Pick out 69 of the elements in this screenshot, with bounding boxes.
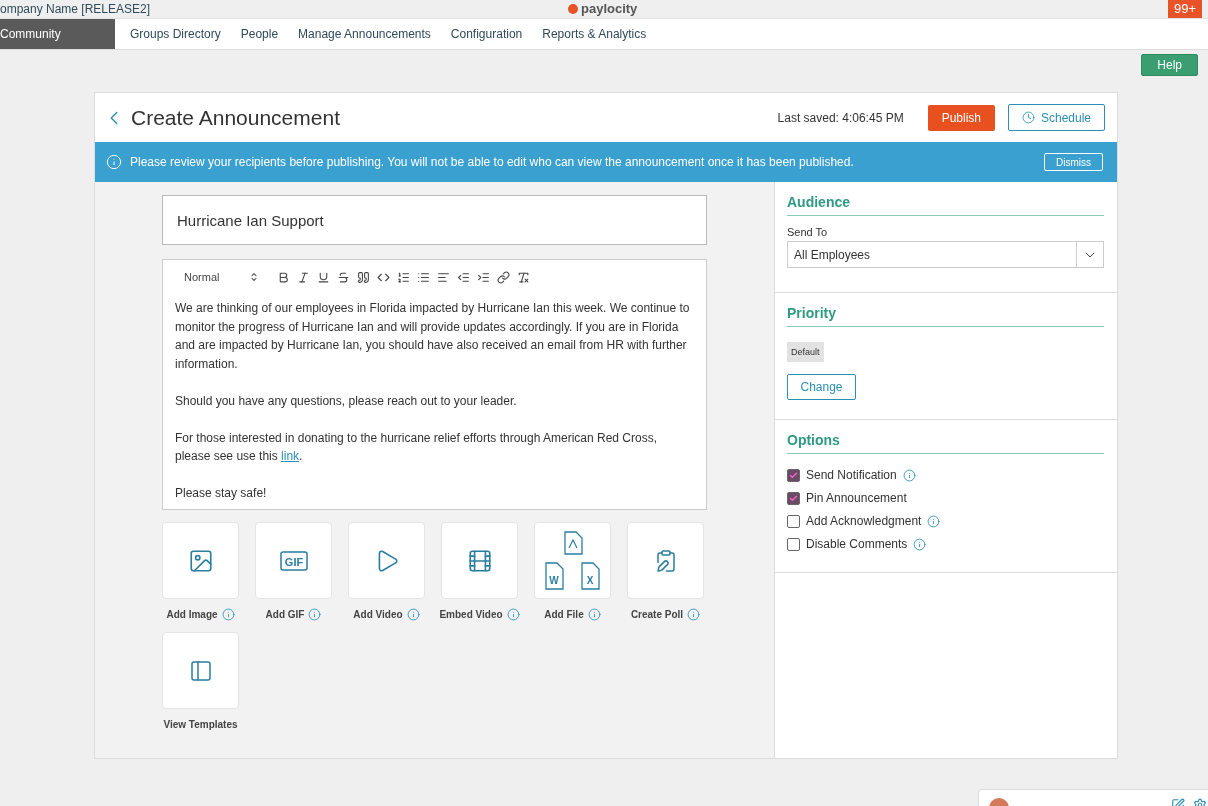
nav-tab[interactable]: Groups Directory: [120, 19, 231, 49]
outdent-icon[interactable]: [457, 270, 470, 284]
tile-label: Add Video: [353, 608, 403, 620]
section-title: Audience: [787, 194, 1104, 216]
option-label: Add Acknowledgment: [806, 514, 922, 528]
bold-icon[interactable]: [277, 270, 290, 284]
option-label: Pin Announcement: [806, 491, 907, 505]
attachment-tile[interactable]: [348, 522, 425, 599]
company-name: ompany Name [RELEASE2]: [0, 2, 151, 16]
publish-button[interactable]: Publish: [927, 104, 995, 131]
clear-format-icon[interactable]: [517, 270, 530, 284]
nav-tab[interactable]: Manage Announcements: [288, 19, 441, 49]
italic-icon[interactable]: [297, 270, 310, 284]
attachment-tile[interactable]: [627, 522, 704, 599]
paragraph: For those interested in donating to the hurricane relief efforts through American Red Cross, please see use this link.: [175, 429, 659, 465]
tile-label: Create Poll: [630, 608, 684, 620]
align-left-icon[interactable]: [437, 270, 450, 284]
quote-icon[interactable]: [357, 270, 370, 284]
up-down-icon: [249, 272, 259, 282]
nav-tab[interactable]: People: [230, 19, 289, 49]
strikethrough-icon[interactable]: [337, 270, 350, 284]
priority-tag: Default: [787, 342, 824, 362]
bullet-list-icon[interactable]: [417, 270, 430, 284]
paragraph: Please stay safe!: [175, 485, 268, 502]
section-title: Options: [787, 432, 1104, 454]
rich-text-editor[interactable]: [162, 259, 707, 510]
gif-icon: GIF: [279, 550, 308, 571]
last-saved: Last saved: 4:06:45 PM: [777, 110, 904, 125]
clock-icon: [1021, 111, 1035, 124]
tile-label: Embed Video: [439, 608, 503, 620]
logo: paylocity: [568, 1, 638, 16]
nav-tab[interactable]: Community: [0, 19, 115, 49]
page-title: Create Announcement: [131, 105, 341, 130]
option-label: Disable Comments: [806, 537, 908, 551]
checkbox[interactable]: [787, 491, 800, 505]
checkbox[interactable]: [787, 537, 800, 551]
notification-count: 99+: [1167, 0, 1202, 18]
section-title: Priority: [787, 305, 1104, 327]
numbered-list-icon[interactable]: [397, 270, 410, 284]
send-to-dropdown[interactable]: All Employees: [787, 241, 1104, 268]
tile-label: Add Image: [166, 608, 218, 620]
nav-tab[interactable]: Reports & Analytics: [532, 19, 657, 49]
paragraph: We are thinking of our employees in Florida impacted by Hurricane Ian this week. We continue to monitor the progress of Hurricane Ian and will provide updates accordingly. If you are in Florida and are impacted by Hurricane Ian, you should have also received an email from HR with further information.: [175, 300, 691, 373]
tile-label: Add GIF: [265, 608, 305, 620]
attachment-tile[interactable]: W X: [534, 522, 611, 599]
indent-icon[interactable]: [477, 270, 490, 284]
info-icon: [106, 154, 122, 170]
change-button[interactable]: Change: [787, 374, 856, 400]
link-icon[interactable]: [497, 270, 510, 284]
paragraph: Should you have any questions, please reach out to your leader.: [175, 392, 518, 410]
attachment-tile[interactable]: GIF: [255, 522, 332, 599]
format-dropdown[interactable]: Normal: [184, 271, 259, 283]
attachment-tile[interactable]: [441, 522, 518, 599]
nav-tab[interactable]: Configuration: [440, 19, 533, 49]
image-icon: [187, 547, 214, 574]
option-label: Send Notification: [806, 468, 897, 482]
attachment-tile[interactable]: [162, 522, 239, 599]
tile-label: Add File: [544, 608, 584, 620]
title-field[interactable]: Hurricane Ian Support: [162, 195, 707, 245]
underline-icon[interactable]: [317, 270, 330, 284]
checkbox[interactable]: [787, 468, 800, 482]
tile-label: View Templates: [163, 718, 238, 730]
film-icon: [466, 547, 493, 574]
attachment-tile[interactable]: [162, 632, 239, 709]
panel-icon: [188, 658, 213, 683]
field-label: Send To: [787, 226, 829, 238]
schedule-button[interactable]: Schedule: [1008, 104, 1105, 131]
banner-message: Please review your recipients before publishing. You will not be able to edit who can view the announcement once it has been published.: [130, 155, 855, 169]
checkbox[interactable]: [787, 514, 800, 528]
